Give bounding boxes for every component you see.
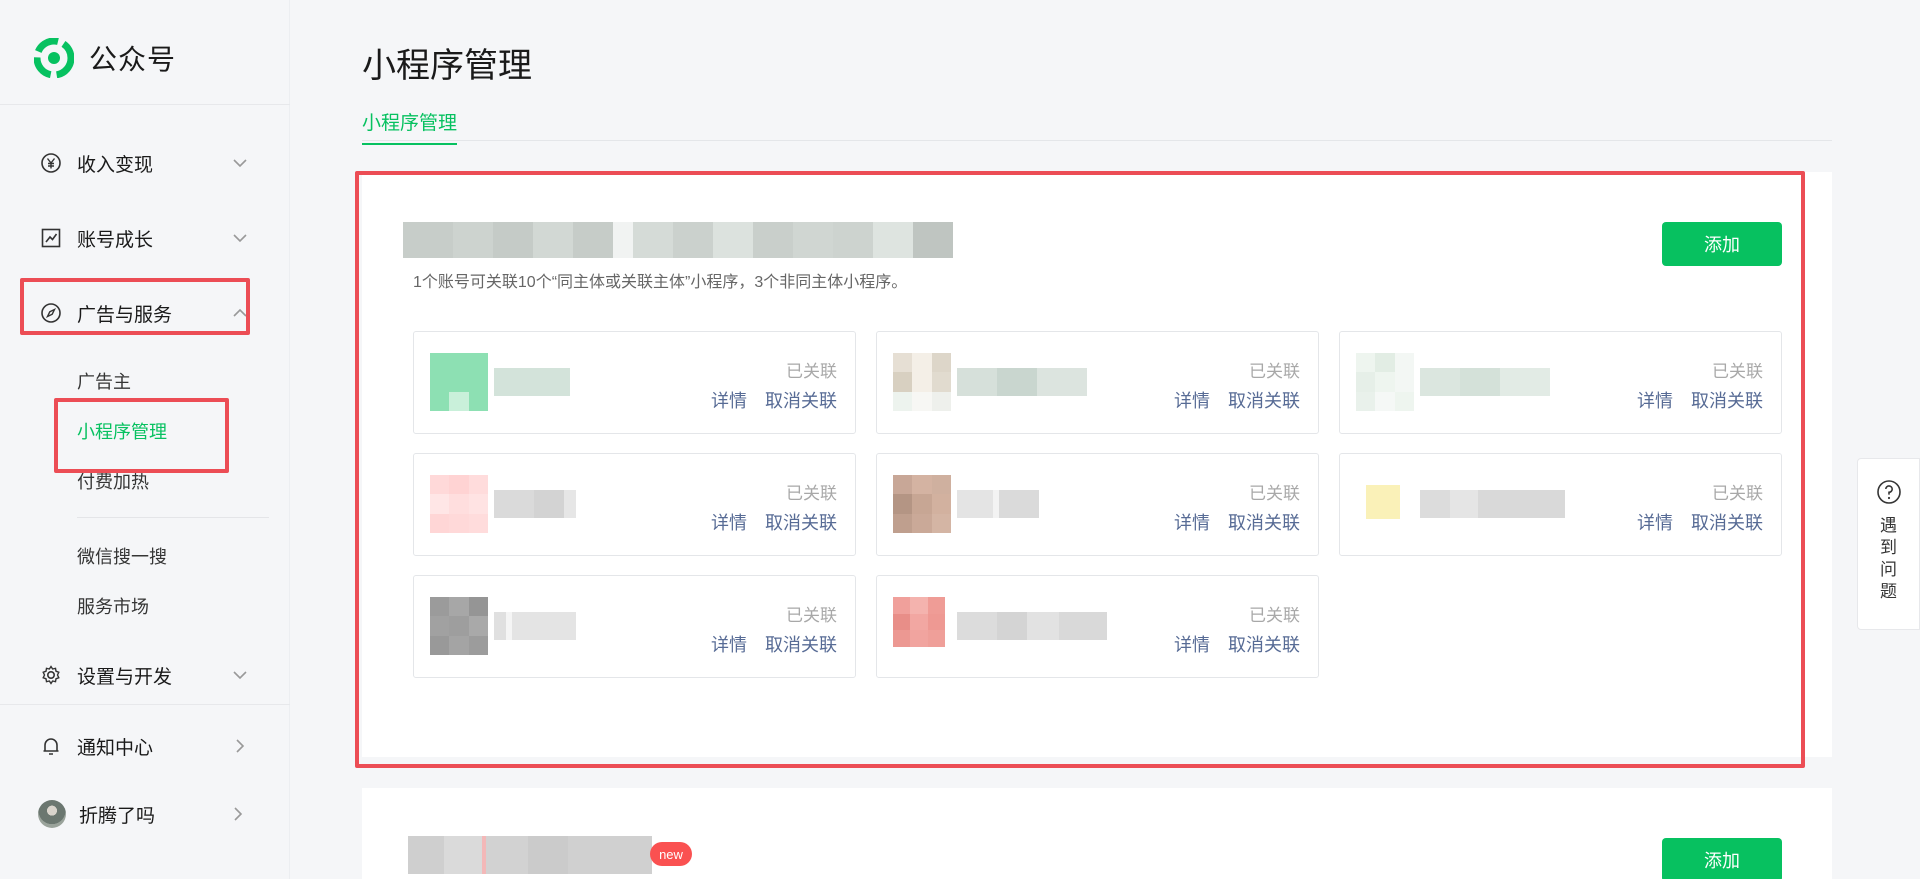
account-name-redacted <box>403 222 953 258</box>
link-status: 已关联 <box>1249 484 1300 503</box>
chevron-down-icon <box>233 671 247 680</box>
chevron-up-icon <box>233 308 247 317</box>
tab-bar: 小程序管理 <box>362 105 1832 145</box>
detail-link[interactable]: 详情 <box>711 631 747 657</box>
miniprogram-card: 已关联 详情 取消关联 <box>876 453 1319 556</box>
wechat-logo-icon <box>34 38 74 78</box>
miniprogram-name-redacted <box>957 490 1039 518</box>
detail-link[interactable]: 详情 <box>1174 387 1210 413</box>
detail-link[interactable]: 详情 <box>1637 387 1673 413</box>
sidebar-item-paid-boost[interactable]: 付费加热 <box>77 468 149 494</box>
miniprogram-name-redacted <box>494 612 576 640</box>
nav-ads-services-label: 广告与服务 <box>77 304 173 326</box>
miniprogram-card: 已关联 详情 取消关联 <box>413 453 856 556</box>
miniprogram-avatar <box>893 353 951 411</box>
miniprogram-card: 已关联 详情 取消关联 <box>876 331 1319 434</box>
nav-income-label: 收入变现 <box>77 154 154 176</box>
detail-link[interactable]: 详情 <box>1174 631 1210 657</box>
nav-account[interactable]: 折腾了吗 <box>38 796 248 832</box>
detail-link[interactable]: 详情 <box>1637 509 1673 535</box>
link-status: 已关联 <box>1249 606 1300 625</box>
miniprogram-card: 已关联 详情 取消关联 <box>1339 453 1782 556</box>
link-status: 已关联 <box>786 362 837 381</box>
question-circle-icon <box>1876 480 1901 504</box>
miniprogram-name-redacted <box>1420 368 1550 396</box>
yuan-circle-icon <box>40 152 62 174</box>
section2-title-redacted <box>408 836 652 874</box>
page-title: 小程序管理 <box>362 47 532 85</box>
miniprogram-avatar <box>1356 353 1414 411</box>
add-button-section2[interactable]: 添加 <box>1662 838 1782 879</box>
logo-text: 公众号 <box>89 44 177 75</box>
detail-link[interactable]: 详情 <box>711 509 747 535</box>
linked-miniprograms-panel: 1个账号可关联10个“同主体或关联主体”小程序，3个非同主体小程序。 添加 已关… <box>362 172 1832 757</box>
link-status: 已关联 <box>786 484 837 503</box>
link-status: 已关联 <box>1712 362 1763 381</box>
compass-icon <box>40 302 62 324</box>
avatar <box>38 800 66 828</box>
chevron-right-icon <box>236 739 245 753</box>
nav-account-label: 折腾了吗 <box>79 805 156 827</box>
nav-notifications-label: 通知中心 <box>77 737 154 759</box>
tab-miniprogram-management[interactable]: 小程序管理 <box>362 108 458 145</box>
miniprogram-name-redacted <box>494 368 570 396</box>
miniprogram-name-redacted <box>957 612 1107 640</box>
link-status: 已关联 <box>786 606 837 625</box>
nav-income[interactable]: 收入变现 <box>40 145 250 181</box>
unlink-link[interactable]: 取消关联 <box>1691 387 1763 413</box>
sidebar-divider <box>0 704 290 705</box>
logo[interactable]: 公众号 <box>34 38 176 78</box>
sidebar-item-advertiser[interactable]: 广告主 <box>77 368 131 394</box>
miniprogram-name-redacted <box>494 490 576 518</box>
bell-icon <box>40 735 62 757</box>
unlink-link[interactable]: 取消关联 <box>765 509 837 535</box>
help-float-button[interactable]: 遇到问题 <box>1857 458 1920 630</box>
add-miniprogram-button[interactable]: 添加 <box>1662 222 1782 266</box>
miniprogram-name-redacted <box>957 368 1087 396</box>
nav-growth-label: 账号成长 <box>77 229 154 251</box>
new-badge: new <box>650 842 692 866</box>
sidebar-item-weixin-search[interactable]: 微信搜一搜 <box>77 543 167 569</box>
sidebar-item-miniprogram[interactable]: 小程序管理 <box>77 418 167 444</box>
section2-panel: new 添加 <box>362 788 1832 879</box>
miniprogram-avatar <box>430 475 488 533</box>
detail-link[interactable]: 详情 <box>711 387 747 413</box>
gear-icon <box>40 664 62 686</box>
unlink-link[interactable]: 取消关联 <box>765 387 837 413</box>
nav-notifications[interactable]: 通知中心 <box>40 728 250 764</box>
chevron-down-icon <box>233 159 247 168</box>
miniprogram-card: 已关联 详情 取消关联 <box>413 331 856 434</box>
miniprogram-name-redacted <box>1420 490 1565 518</box>
nav-settings-dev[interactable]: 设置与开发 <box>40 657 250 693</box>
unlink-link[interactable]: 取消关联 <box>1691 509 1763 535</box>
link-status: 已关联 <box>1712 484 1763 503</box>
trend-chart-icon <box>40 227 62 249</box>
miniprogram-card: 已关联 详情 取消关联 <box>1339 331 1782 434</box>
chevron-right-icon <box>234 807 243 821</box>
unlink-link[interactable]: 取消关联 <box>765 631 837 657</box>
miniprogram-avatar <box>430 353 488 411</box>
help-label: 遇到问题 <box>1880 516 1897 601</box>
nav-settings-dev-label: 设置与开发 <box>77 666 173 688</box>
miniprogram-avatar <box>430 597 488 655</box>
miniprogram-card: 已关联 详情 取消关联 <box>413 575 856 678</box>
sidebar-divider <box>0 104 290 105</box>
miniprogram-avatar <box>893 475 951 533</box>
nav-growth[interactable]: 账号成长 <box>40 220 250 256</box>
miniprogram-card: 已关联 详情 取消关联 <box>876 575 1319 678</box>
unlink-link[interactable]: 取消关联 <box>1228 387 1300 413</box>
unlink-link[interactable]: 取消关联 <box>1228 631 1300 657</box>
sidebar: 公众号 收入变现 账号成长 广告与服务 广告主 小程序管理 付费加热 微信搜一搜… <box>0 0 290 879</box>
miniprogram-avatar <box>893 597 945 647</box>
miniprogram-avatar <box>1366 485 1400 519</box>
nav-ads-services[interactable]: 广告与服务 <box>40 295 250 331</box>
unlink-link[interactable]: 取消关联 <box>1228 509 1300 535</box>
chevron-down-icon <box>233 234 247 243</box>
detail-link[interactable]: 详情 <box>1174 509 1210 535</box>
link-limit-hint: 1个账号可关联10个“同主体或关联主体”小程序，3个非同主体小程序。 <box>413 274 908 291</box>
sidebar-item-service-market[interactable]: 服务市场 <box>77 593 149 619</box>
sidebar-subdivider <box>77 517 269 518</box>
link-status: 已关联 <box>1249 362 1300 381</box>
